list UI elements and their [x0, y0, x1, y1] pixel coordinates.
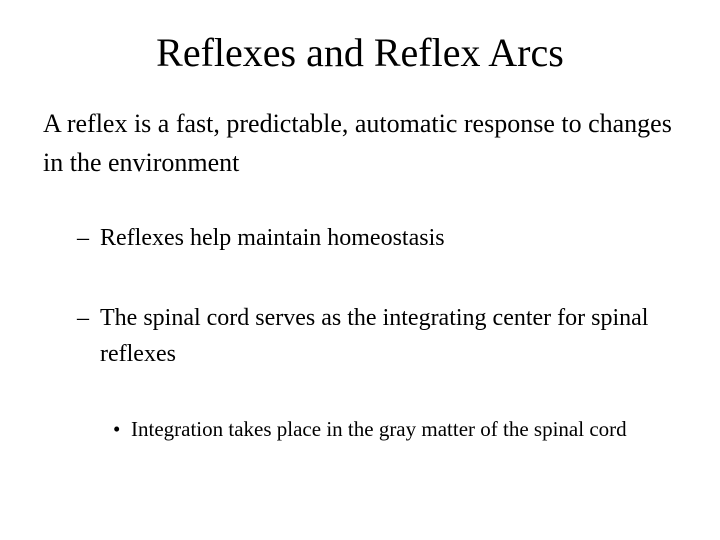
en-dash-bullet-icon: –: [77, 225, 89, 251]
bullet-text: Integration takes place in the gray matt…: [131, 417, 627, 441]
bullet-level2-item: – Reflexes help maintain homeostasis: [0, 220, 720, 256]
bullet-level1-item: A reflex is a fast, predictable, automat…: [0, 104, 720, 182]
en-dash-bullet-icon: –: [77, 305, 89, 331]
presentation-slide: Reflexes and Reflex Arcs A reflex is a f…: [0, 0, 720, 540]
slide-title: Reflexes and Reflex Arcs: [156, 30, 564, 75]
bullet-level2-item: – The spinal cord serves as the integrat…: [0, 300, 720, 372]
round-bullet-icon: •: [113, 417, 121, 441]
slide-body: A reflex is a fast, predictable, automat…: [0, 104, 720, 445]
bullet-level3-item: • Integration takes place in the gray ma…: [0, 414, 720, 445]
bullet-text: Reflexes help maintain homeostasis: [100, 225, 445, 251]
bullet-text: A reflex is a fast, predictable, automat…: [43, 109, 672, 177]
bullet-text: The spinal cord serves as the integratin…: [100, 305, 649, 367]
